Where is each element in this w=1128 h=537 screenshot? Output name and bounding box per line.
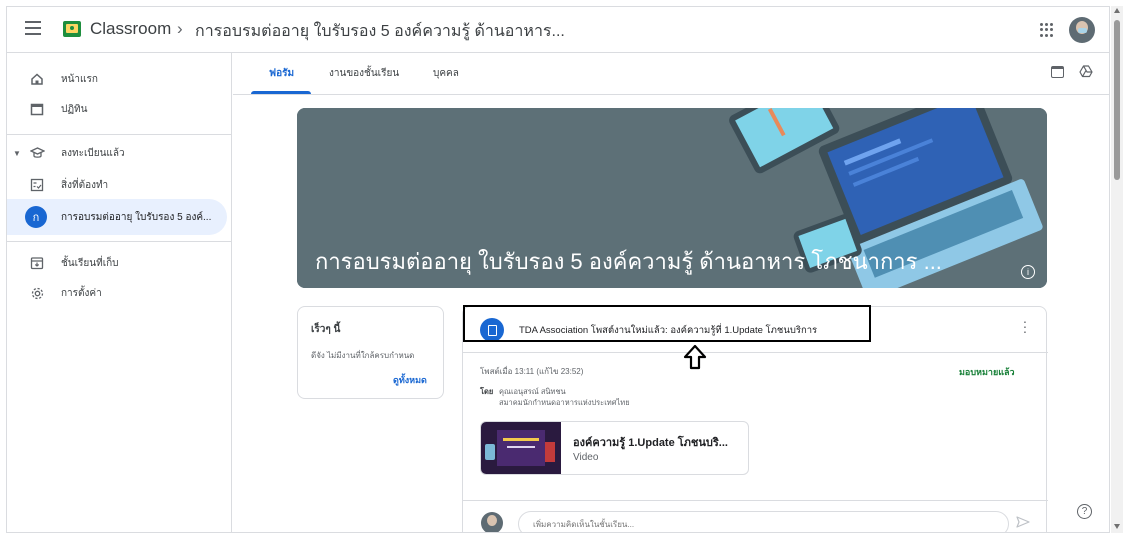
comment-row <box>463 500 1048 532</box>
arrow-up-icon <box>682 344 708 375</box>
google-calendar-icon[interactable] <box>1051 66 1064 78</box>
sidebar-item-label: หน้าแรก <box>61 73 98 85</box>
author-organization: สมาคมนักกำหนดอาหารแห่งประเทศไทย <box>499 398 630 407</box>
upcoming-title: เร็วๆ นี้ <box>311 324 341 335</box>
commenter-avatar <box>481 512 503 532</box>
app-title[interactable]: Classroom <box>90 19 171 39</box>
sidebar-item-current-class[interactable]: ก การอบรมต่ออายุ ใบรับรอง 5 องค์... <box>7 199 227 235</box>
author-label: โดย <box>480 387 494 396</box>
post-timestamp: โพสต์เมื่อ 13:11 (แก้ไข 23:52) <box>480 367 584 376</box>
sidebar-item-label: การตั้งค่า <box>61 287 102 299</box>
class-banner: การอบรมต่ออายุ ใบรับรอง 5 องค์ความรู้ ด้… <box>297 108 1047 288</box>
sidebar: หน้าแรก ปฏิทิน ▼ ลงทะเบียนแล้ว สิ่งที่ต้… <box>7 53 232 532</box>
active-tab-indicator <box>251 91 311 94</box>
sidebar-item-settings[interactable]: การตั้งค่า <box>7 275 232 311</box>
scrollbar-thumb[interactable] <box>1114 20 1120 180</box>
top-bar: Classroom › การอบรมต่ออายุ ใบรับรอง 5 อง… <box>7 7 1109 53</box>
settings-icon <box>29 285 45 301</box>
class-comment-input[interactable] <box>518 511 1009 532</box>
breadcrumb-class-name[interactable]: การอบรมต่ออายุ ใบรับรอง 5 องค์ความรู้ ด้… <box>195 19 565 44</box>
class-info-icon[interactable]: i <box>1021 265 1035 279</box>
assigned-status[interactable]: มอบหมายแล้ว <box>959 365 1015 379</box>
tab-classwork[interactable]: งานของชั้นเรียน <box>329 66 399 81</box>
sidebar-item-calendar[interactable]: ปฏิทิน <box>7 91 232 127</box>
page-scrollbar[interactable] <box>1111 6 1123 533</box>
home-icon <box>29 71 45 87</box>
scroll-up-arrow-icon[interactable] <box>1114 8 1120 13</box>
upcoming-card: เร็วๆ นี้ ดีจัง ไม่มีงานที่ใกล้ครบกำหนด … <box>297 306 444 399</box>
archive-icon <box>29 255 45 271</box>
sidebar-item-label: ลงทะเบียนแล้ว <box>61 147 125 159</box>
classroom-window: Classroom › การอบรมต่ออายุ ใบรับรอง 5 อง… <box>6 6 1110 533</box>
scroll-down-arrow-icon[interactable] <box>1114 524 1120 529</box>
school-icon <box>29 145 45 161</box>
main-menu-icon[interactable] <box>25 21 41 37</box>
attachment-type: Video <box>573 452 599 463</box>
attachment-title: องค์ความรู้ 1.Update โภชนบริ... <box>573 437 728 449</box>
banner-class-title[interactable]: การอบรมต่ออายุ ใบรับรอง 5 องค์ความรู้ ด้… <box>315 244 942 279</box>
google-drive-icon[interactable] <box>1079 65 1093 83</box>
chevron-down-icon[interactable]: ▼ <box>13 149 21 158</box>
view-all-link[interactable]: ดูทั้งหมด <box>393 373 427 387</box>
calendar-icon <box>29 101 45 117</box>
sidebar-divider <box>7 241 232 242</box>
send-icon[interactable] <box>1016 515 1030 531</box>
breadcrumb-separator-icon: › <box>177 19 183 38</box>
google-apps-icon[interactable] <box>1040 23 1054 37</box>
sidebar-item-todo[interactable]: สิ่งที่ต้องทำ <box>7 167 232 203</box>
highlight-annotation-box <box>463 305 871 342</box>
video-thumbnail <box>481 422 561 474</box>
upcoming-empty-text: ดีจัง ไม่มีงานที่ใกล้ครบกำหนด <box>311 351 415 360</box>
more-options-icon[interactable]: · · · <box>1022 314 1028 338</box>
sidebar-item-label: ปฏิทิน <box>61 103 88 115</box>
class-avatar: ก <box>25 206 47 228</box>
tab-bar: ฟอรัม งานของชั้นเรียน บุคคล <box>233 53 1109 95</box>
todo-icon <box>29 177 45 193</box>
classroom-logo-icon[interactable] <box>63 21 81 37</box>
sidebar-item-label: สิ่งที่ต้องทำ <box>61 179 109 191</box>
account-avatar[interactable] <box>1069 17 1095 43</box>
help-icon[interactable]: ? <box>1077 504 1092 519</box>
sidebar-item-label: ชั้นเรียนที่เก็บ <box>61 257 119 269</box>
video-attachment[interactable]: องค์ความรู้ 1.Update โภชนบริ... Video <box>480 421 749 475</box>
tab-stream[interactable]: ฟอรัม <box>269 66 294 81</box>
tab-people[interactable]: บุคคล <box>433 66 459 81</box>
sidebar-item-label: การอบรมต่ออายุ ใบรับรอง 5 องค์... <box>61 211 212 223</box>
sidebar-item-enrolled[interactable]: ▼ ลงทะเบียนแล้ว <box>7 135 232 171</box>
